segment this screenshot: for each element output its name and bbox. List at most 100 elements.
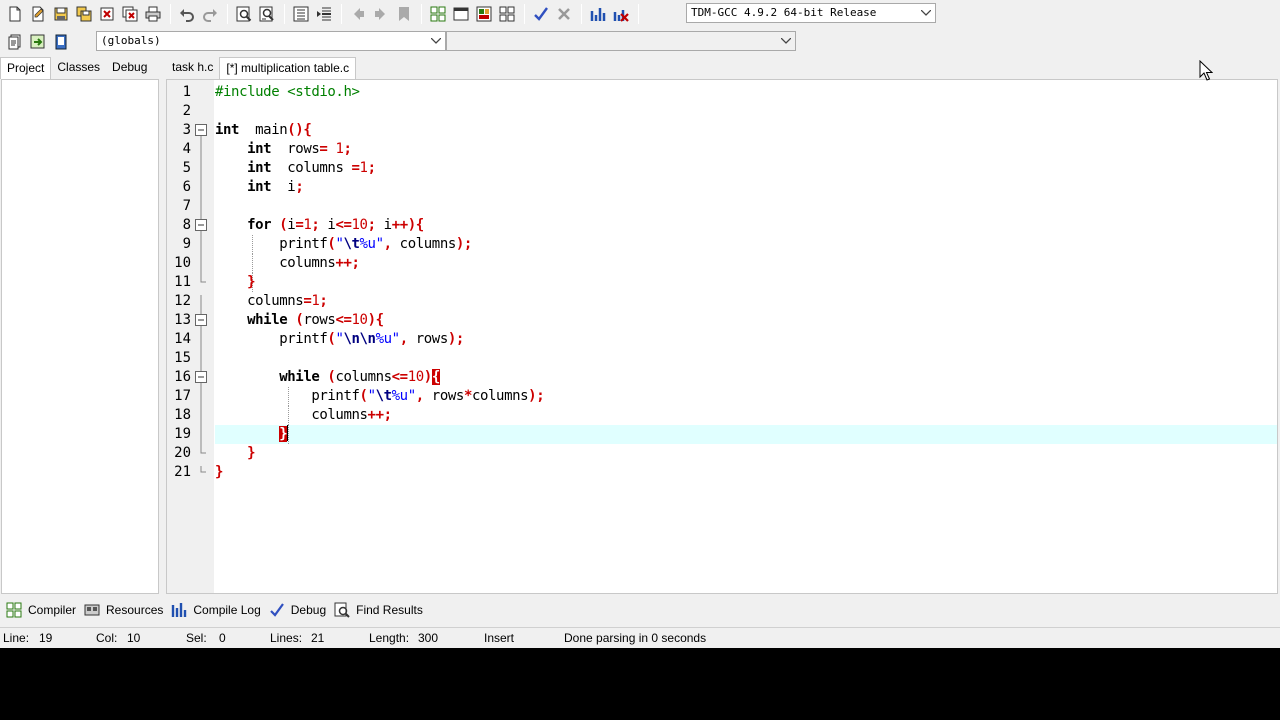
- tab-compiler-label: Compiler: [28, 603, 77, 617]
- line-number: 19: [174, 426, 191, 442]
- print-button[interactable]: [142, 3, 164, 25]
- new-project-button[interactable]: [427, 3, 449, 25]
- code-token: i: [375, 217, 392, 233]
- chevron-down-icon: [919, 6, 933, 20]
- code-text: while (columns<=10){: [215, 368, 440, 387]
- redo-button[interactable]: [199, 3, 221, 25]
- forward-button[interactable]: [370, 3, 392, 25]
- goto-definition-button[interactable]: [27, 31, 49, 53]
- code-token: for: [247, 217, 272, 233]
- toolbar-separator: [341, 4, 342, 24]
- line-number: 10: [174, 255, 191, 271]
- back-button[interactable]: [347, 3, 369, 25]
- status-col-value: 10: [127, 631, 141, 645]
- chevron-down-icon: [429, 34, 443, 48]
- profile-button[interactable]: [610, 3, 632, 25]
- code-text: int main(){: [215, 121, 312, 140]
- tab-debug-output[interactable]: Debug: [267, 599, 332, 621]
- code-editor[interactable]: 1 #include <stdio.h> 2 3 int main(){4 int ro…: [166, 79, 1278, 594]
- code-line: 11 }: [167, 273, 1277, 292]
- bookmark-button[interactable]: [393, 3, 415, 25]
- new-file-button[interactable]: [4, 3, 26, 25]
- window-button[interactable]: [473, 3, 495, 25]
- current-line-highlight: [215, 425, 1277, 444]
- code-token: rows: [271, 141, 320, 157]
- chart-icon: [590, 8, 606, 21]
- chart-button[interactable]: [587, 3, 609, 25]
- toolbar-separator: [227, 4, 228, 24]
- code-token: columns: [391, 236, 457, 252]
- compiler-grid-icon: [6, 602, 22, 618]
- goto-declaration-button[interactable]: [4, 31, 26, 53]
- code-token: ;: [319, 293, 328, 309]
- indent-button[interactable]: [290, 3, 312, 25]
- line-number: 2: [182, 103, 191, 119]
- code-line: 15: [167, 349, 1277, 371]
- line-number: 20: [174, 445, 191, 461]
- code-token: ,: [383, 236, 392, 252]
- code-line: 19 }: [167, 425, 1277, 447]
- line-number: 18: [174, 407, 191, 423]
- replace-button[interactable]: [256, 3, 278, 25]
- open-file-button[interactable]: [27, 3, 49, 25]
- stop-button[interactable]: [553, 3, 575, 25]
- tab-file-multiplication-table[interactable]: [*] multiplication table.c: [219, 57, 357, 79]
- left-panel-tabs: Project Classes Debug: [0, 57, 153, 79]
- compiler-select[interactable]: TDM-GCC 4.9.2 64-bit Release: [686, 3, 936, 23]
- code-line: 14 printf("\n\n%u", rows);: [167, 330, 1277, 352]
- main-toolbar: [4, 2, 644, 26]
- close-button[interactable]: [96, 3, 118, 25]
- code-line: 21}: [167, 463, 1277, 482]
- view-button[interactable]: [450, 3, 472, 25]
- code-token: (){: [287, 122, 312, 138]
- goto-definition-icon: [30, 34, 45, 49]
- class-browser-button[interactable]: [50, 31, 72, 53]
- code-text: }: [215, 463, 223, 482]
- grid-icon: [499, 6, 515, 22]
- find-icon: [236, 6, 252, 22]
- forward-icon: [375, 8, 385, 20]
- undo-button[interactable]: [176, 3, 198, 25]
- code-line: 8 for (i=1; i<=10; i++){: [167, 216, 1277, 238]
- status-line-label: Line:: [3, 631, 30, 645]
- brace-match-highlight: }: [279, 426, 288, 442]
- stop-icon: [558, 8, 570, 20]
- globals-select[interactable]: (globals): [96, 31, 446, 51]
- toolbar-separator: [638, 4, 639, 24]
- unindent-button[interactable]: [313, 3, 335, 25]
- code-token: %u": [375, 331, 400, 347]
- grid-button[interactable]: [496, 3, 518, 25]
- project-browser[interactable]: [1, 79, 159, 594]
- save-all-button[interactable]: [73, 3, 95, 25]
- save-all-icon: [76, 6, 92, 22]
- tab-resources[interactable]: Resources: [82, 599, 169, 621]
- code-token: \t: [343, 236, 360, 252]
- close-all-button[interactable]: [119, 3, 141, 25]
- tab-compile-log[interactable]: Compile Log: [169, 599, 266, 621]
- tab-debug[interactable]: Debug: [106, 57, 153, 79]
- tab-file-task-h[interactable]: task h.c: [166, 57, 219, 79]
- check-syntax-button[interactable]: [530, 3, 552, 25]
- code-token: (: [359, 388, 368, 404]
- line-number: 5: [182, 160, 191, 176]
- save-button[interactable]: [50, 3, 72, 25]
- tab-project[interactable]: Project: [0, 57, 52, 79]
- globals-select-value: (globals): [101, 34, 161, 47]
- code-line: 10 columns++;: [167, 254, 1277, 276]
- tab-classes[interactable]: Classes: [51, 57, 106, 79]
- code-text: for (i=1; i<=10; i++){: [215, 216, 424, 235]
- chevron-down-icon: [779, 34, 793, 48]
- find-button[interactable]: [233, 3, 255, 25]
- brace-match-highlight: {: [431, 369, 440, 385]
- tab-find-results[interactable]: Find Results: [332, 599, 429, 621]
- members-select[interactable]: [446, 31, 796, 51]
- code-token: <=: [335, 312, 352, 328]
- code-line: 1 #include <stdio.h>: [167, 83, 1277, 102]
- status-lines-label: Lines:: [270, 631, 303, 645]
- tab-compiler[interactable]: Compiler: [4, 599, 82, 621]
